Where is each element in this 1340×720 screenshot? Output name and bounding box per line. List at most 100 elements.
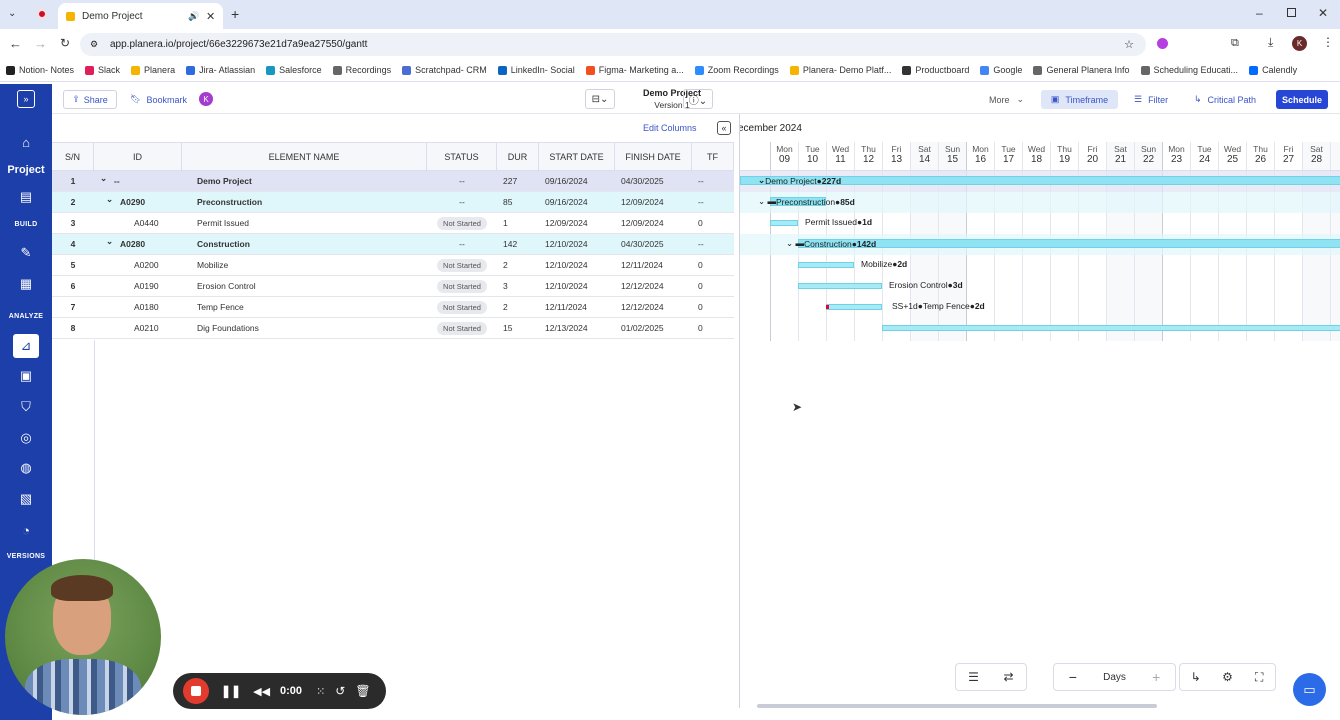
lightbulb-icon[interactable]: ◎ [15,427,37,449]
timeframe-button[interactable]: ▣ Timeframe [1041,90,1118,109]
report-icon[interactable]: ▧ [15,488,37,510]
bookmark-star-icon[interactable]: ☆ [1124,38,1134,51]
swap-view-icon[interactable]: ⇄ [991,670,1026,684]
dependency-icon[interactable]: ↳ [1180,670,1212,684]
settings-gear-icon[interactable]: ⚙ [1212,670,1244,684]
table-row[interactable]: 1 ⌄ -- Demo Project -- 227 09/16/2024 04/30/202… [52,171,734,192]
bookmark-item[interactable]: Scheduling Educati... [1140,65,1238,75]
list-view-icon[interactable]: ☰ [956,670,991,684]
bookmark-item[interactable]: Recordings [332,65,391,75]
table-icon[interactable]: ▤ [15,186,37,208]
collapse-chevron-icon[interactable]: ⌄ [106,236,113,247]
minimize-icon[interactable]: – [1256,6,1263,20]
table-row[interactable]: 2 ⌄ A0290 Preconstruction -- 85 09/16/2024 12/0… [52,192,734,213]
col-status[interactable]: STATUS [427,143,497,171]
col-id[interactable]: ID [94,143,182,171]
table-row[interactable]: 6 A0190 Erosion Control Not Started 3 12/10/2… [52,276,734,297]
col-dur[interactable]: DUR [497,143,539,171]
col-tf[interactable]: TF [692,143,734,171]
close-window-icon[interactable]: ✕ [1318,6,1328,20]
bookmark-item[interactable]: Google [980,65,1022,75]
cell-name[interactable]: Dig Foundations [182,318,427,338]
edit-columns-link[interactable]: Edit Columns [643,123,697,133]
bar-construction[interactable] [798,239,1340,248]
bookmark-item[interactable]: Zoom Recordings [694,65,779,75]
speaker-icon[interactable]: 🔊 [188,11,199,22]
table-row[interactable]: 7 A0180 Temp Fence Not Started 2 12/11/2024 12… [52,297,734,318]
download-icon[interactable]: ⤓ [1268,35,1273,50]
hierarchy-dropdown[interactable]: ⊟⌄ [585,89,615,109]
collapse-grid-button[interactable]: « [717,121,731,135]
collapse-chevron-icon[interactable]: ⌄ [106,194,113,205]
more-dropdown[interactable]: More ⌄ [989,90,1024,109]
filter-button[interactable]: ☰ Filter [1134,90,1168,109]
extension-icon[interactable] [1157,38,1168,49]
collapse-chevron-icon[interactable]: ⌄ [100,173,107,184]
bookmark-item[interactable]: General Planera Info [1033,65,1130,75]
site-info-icon[interactable]: ⚙ [90,39,98,50]
url-input[interactable]: ⚙ app.planera.io/project/66e3229673e21d7… [80,33,1146,56]
stop-record-button[interactable] [183,678,209,704]
tab-menu-icon[interactable]: ⌄ [8,8,16,19]
extensions-puzzle-icon[interactable]: ⧉ [1231,37,1239,50]
bookmark-item[interactable]: Figma- Marketing a... [585,65,684,75]
tab-demo-project[interactable]: Demo Project 🔊 ✕ [58,3,223,29]
share-button[interactable]: ⇪ Share [63,90,117,109]
globe-icon[interactable]: ◍ [15,457,37,479]
bookmark-button[interactable]: 🔖︎ Bookmark [130,90,187,109]
col-sn[interactable]: S/N [52,143,94,171]
reload-icon[interactable]: ↻ [60,36,70,50]
trash-icon[interactable]: 🗑︎ [355,684,370,698]
bookmark-item[interactable]: LinkedIn- Social [497,65,575,75]
user-avatar[interactable]: K [199,92,213,106]
col-element-name[interactable]: ELEMENT NAME [182,143,427,171]
bar-dig-foundations[interactable] [882,325,1340,331]
bar-mobilize[interactable] [798,262,854,268]
col-finish-date[interactable]: FINISH DATE [615,143,692,171]
restart-icon[interactable]: ↺ [335,684,345,698]
bar-erosion-control[interactable] [798,283,882,289]
close-tab-icon[interactable]: ✕ [206,10,215,23]
bookmark-item[interactable]: Calendly [1249,65,1297,75]
cell-name[interactable]: Erosion Control [182,276,427,296]
chat-support-button[interactable]: ▭ [1293,673,1326,706]
zoom-out-button[interactable]: − [1054,669,1092,685]
bookmark-item[interactable]: Slack [85,65,120,75]
layout-icon[interactable]: ▦ [15,273,37,295]
bookmark-item[interactable]: Planera- Demo Platf... [789,65,891,75]
pencil-icon[interactable]: ✎ [15,242,37,264]
bookmark-item[interactable]: Planera [131,65,175,75]
cell-name[interactable]: Temp Fence [182,297,427,317]
calendar-icon[interactable]: ▣ [15,365,37,387]
table-row[interactable]: 8 A0210 Dig Foundations Not Started 15 12/13/… [52,318,734,339]
history-icon[interactable]: ◔ [15,519,37,541]
table-row[interactable]: 3 A0440 Permit Issued Not Started 1 12/09/202… [52,213,734,234]
gantt-scrollbar[interactable] [757,704,1157,708]
forward-icon[interactable]: → [34,36,47,51]
record-icon[interactable] [37,9,47,19]
gantt-chart-icon[interactable]: ⊿ [13,334,39,358]
browser-menu-icon[interactable]: ⋮ [1322,35,1334,49]
cell-name[interactable]: Permit Issued [182,213,427,233]
bookmark-item[interactable]: Jira- Atlassian [186,65,255,75]
bookmark-item[interactable]: Productboard [902,65,969,75]
critical-path-button[interactable]: ↳ Critical Path [1194,90,1256,109]
cell-name[interactable]: Construction [182,234,427,254]
cell-name[interactable]: Mobilize [182,255,427,275]
bookmark-item[interactable]: Scratchpad- CRM [402,65,487,75]
zoom-in-button[interactable]: + [1137,669,1175,685]
new-tab-icon[interactable]: + [231,6,239,22]
shield-icon[interactable]: ⛉ [15,396,37,418]
bar-permit-issued[interactable] [770,220,798,226]
bookmark-item[interactable]: Salesforce [266,65,322,75]
expand-sidebar-icon[interactable]: » [17,90,35,108]
schedule-button[interactable]: Schedule [1276,90,1328,109]
pause-icon[interactable]: ❚❚ [221,684,241,698]
back-icon[interactable]: ← [9,36,22,51]
cell-name[interactable]: Demo Project [182,171,427,191]
table-row[interactable]: 4 ⌄ A0280 Construction -- 142 12/10/2024 04/30/… [52,234,734,255]
home-icon[interactable]: ⌂ [15,131,37,153]
restore-icon[interactable] [1287,8,1296,17]
info-dropdown[interactable]: ⓘ⌄ [683,89,713,109]
fullscreen-icon[interactable]: ⛶ [1243,670,1275,685]
